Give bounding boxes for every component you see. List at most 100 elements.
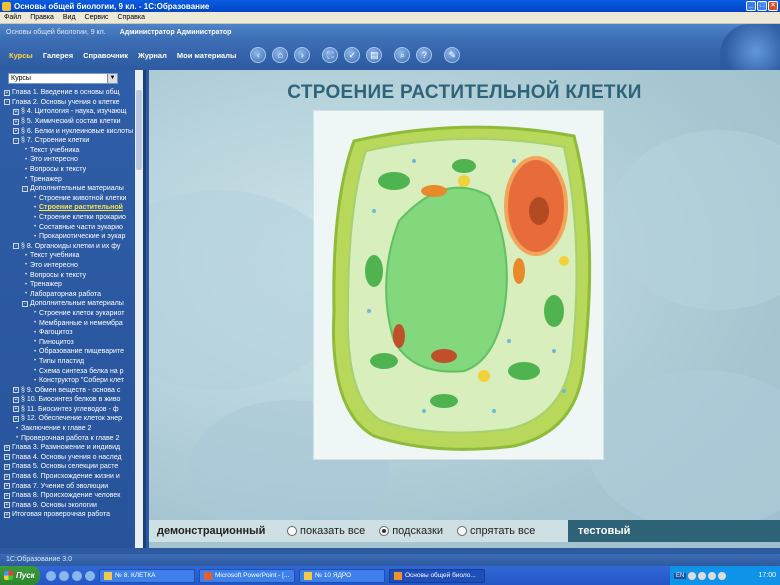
collapse-icon[interactable]: -	[22, 185, 28, 192]
collapse-icon[interactable]: -	[13, 137, 19, 144]
option-hints[interactable]: подсказки	[379, 525, 443, 537]
tree-item[interactable]: • Это интересно	[0, 261, 140, 271]
home-icon[interactable]: ⌂	[272, 47, 289, 63]
tree-item[interactable]: • Схема синтеза белка на р	[0, 366, 140, 376]
tree-item[interactable]: • Составные части эукарио	[0, 222, 140, 232]
nav-journal[interactable]: Журнал	[133, 47, 172, 64]
menu-edit[interactable]: Правка	[30, 14, 54, 21]
fullscreen-icon[interactable]: ⛶	[322, 47, 339, 63]
expand-icon[interactable]: +	[13, 108, 19, 115]
expand-icon[interactable]: +	[4, 463, 10, 470]
expand-icon[interactable]: +	[13, 387, 19, 394]
tree-item[interactable]: • Лабораторная работа	[0, 289, 140, 299]
sidebar-scrollbar[interactable]	[135, 70, 143, 548]
test-mode-button[interactable]: тестовый	[568, 520, 780, 542]
show-all-radio[interactable]	[287, 526, 297, 536]
tree-item[interactable]: + Глава 9. Основы экологии	[0, 501, 140, 511]
chevron-down-icon[interactable]: ▼	[107, 74, 117, 83]
tree-item[interactable]: • Вопросы к тексту	[0, 270, 140, 280]
demo-mode-label[interactable]: демонстрационный	[149, 525, 287, 537]
nav-my-materials[interactable]: Мои материалы	[172, 47, 242, 64]
tree-item[interactable]: • Строение клеток эукариот	[0, 309, 140, 319]
expand-icon[interactable]: +	[4, 89, 10, 96]
tree-item[interactable]: • Конструктор "Собери клет	[0, 376, 140, 386]
update-icon[interactable]	[718, 571, 727, 580]
menu-help[interactable]: Справка	[118, 14, 145, 21]
tree-item[interactable]: + Глава 8. Происхождение человек	[0, 491, 140, 501]
collapse-icon[interactable]: -	[22, 300, 28, 307]
tree-item[interactable]: • Проверочная работа к главе 2	[0, 433, 140, 443]
back-icon[interactable]: ‹	[250, 47, 267, 63]
tree-item[interactable]: • Тренажер	[0, 280, 140, 290]
tree-item[interactable]: - § 7. Строение клетки	[0, 136, 140, 146]
close-button[interactable]: ×	[768, 1, 778, 11]
nav-courses[interactable]: Курсы	[4, 47, 38, 64]
task-klet[interactable]: № 8. КЛЕТКА	[99, 568, 195, 583]
help-icon[interactable]: ?	[416, 47, 433, 63]
volume-icon[interactable]	[698, 571, 707, 580]
expand-icon[interactable]: +	[13, 406, 19, 413]
tree-item[interactable]: - Глава 2. Основы учения о клетке	[0, 98, 140, 108]
tree-item[interactable]: - Дополнительные материалы	[0, 299, 140, 309]
hide-all-radio[interactable]	[457, 526, 468, 536]
nav-gallery[interactable]: Галерея	[38, 47, 78, 64]
expand-icon[interactable]: +	[13, 396, 19, 403]
security-icon[interactable]	[708, 571, 717, 580]
expand-icon[interactable]: +	[4, 473, 10, 480]
tree-item[interactable]: + § 10. Биосинтез белков в живо	[0, 395, 140, 405]
forward-icon[interactable]: ›	[294, 47, 311, 63]
tree-item[interactable]: + § 5. Химический состав клетки	[0, 117, 140, 127]
expand-icon[interactable]: +	[13, 415, 19, 422]
option-hide-all[interactable]: спрятать все	[457, 525, 535, 537]
expand-icon[interactable]: +	[4, 492, 10, 499]
expand-icon[interactable]: +	[4, 502, 10, 509]
tree-item[interactable]: + § 9. Обмен веществ - основа с	[0, 385, 140, 395]
tree-item[interactable]: + § 11. Биосинтез углеводов - ф	[0, 405, 140, 415]
maximize-button[interactable]: □	[757, 1, 767, 11]
desktop-icon[interactable]	[72, 570, 82, 581]
task-biology[interactable]: Основы общей биоло...	[389, 568, 485, 583]
nav-reference[interactable]: Справочник	[78, 47, 133, 64]
tree-item[interactable]: + § 4. Цитология - наука, изучающ	[0, 107, 140, 117]
tree-item[interactable]: • Фагоцитоз	[0, 328, 140, 338]
tree-item[interactable]: • Типы пластид	[0, 357, 140, 367]
tree-item[interactable]: • Строение растительной	[0, 203, 140, 213]
tree-item[interactable]: • Вопросы к тексту	[0, 165, 140, 175]
tree-item[interactable]: • Строение животной клетки	[0, 194, 140, 204]
tree-item[interactable]: • Это интересно	[0, 155, 140, 165]
network-icon[interactable]	[688, 571, 697, 580]
tree-item[interactable]: - § 8. Органоиды клетки и их фу	[0, 242, 140, 252]
browser-icon[interactable]	[46, 570, 56, 581]
tree-item[interactable]: • Образование пищеварите	[0, 347, 140, 357]
tree-item[interactable]: - Дополнительные материалы	[0, 184, 140, 194]
expand-icon[interactable]: +	[13, 128, 19, 135]
tree-item[interactable]: + Итоговая проверочная работа	[0, 510, 140, 520]
menu-file[interactable]: Файл	[4, 14, 21, 21]
tree-item[interactable]: • Текст учебника	[0, 251, 140, 261]
menu-view[interactable]: Вид	[63, 14, 76, 21]
menu-service[interactable]: Сервис	[85, 14, 109, 21]
course-select[interactable]: Курсы ▼	[8, 73, 118, 84]
print-icon[interactable]: ▤	[366, 47, 383, 63]
start-button[interactable]: Пуск	[0, 566, 40, 585]
hints-radio[interactable]	[379, 526, 390, 536]
task-powerpoint[interactable]: Microsoft PowerPoint - [...	[199, 568, 295, 583]
expand-icon[interactable]: +	[4, 483, 10, 490]
tree-item[interactable]: + Глава 1. Введение в основы общ	[0, 88, 140, 98]
search-icon[interactable]: ⌕	[394, 47, 411, 63]
expand-icon[interactable]: +	[4, 444, 10, 451]
explorer-icon[interactable]	[85, 570, 95, 581]
tree-item[interactable]: + Глава 7. Учение об эволюции	[0, 481, 140, 491]
collapse-icon[interactable]: -	[13, 243, 19, 250]
bookmark-icon[interactable]: ✓	[344, 47, 361, 63]
minimize-button[interactable]: _	[746, 1, 756, 11]
tree-item[interactable]: + Глава 4. Основы учения о наслед	[0, 453, 140, 463]
tree-item[interactable]: + Глава 6. Происхождение жизни и	[0, 472, 140, 482]
media-icon[interactable]	[59, 570, 69, 581]
tree-item[interactable]: • Тренажер	[0, 174, 140, 184]
tree-item[interactable]: • Текст учебника	[0, 146, 140, 156]
tree-item[interactable]: • Строение клетки прокарио	[0, 213, 140, 223]
expand-icon[interactable]: +	[4, 454, 10, 461]
collapse-icon[interactable]: -	[4, 99, 10, 106]
tree-item[interactable]: • Прокариотические и эукар	[0, 232, 140, 242]
